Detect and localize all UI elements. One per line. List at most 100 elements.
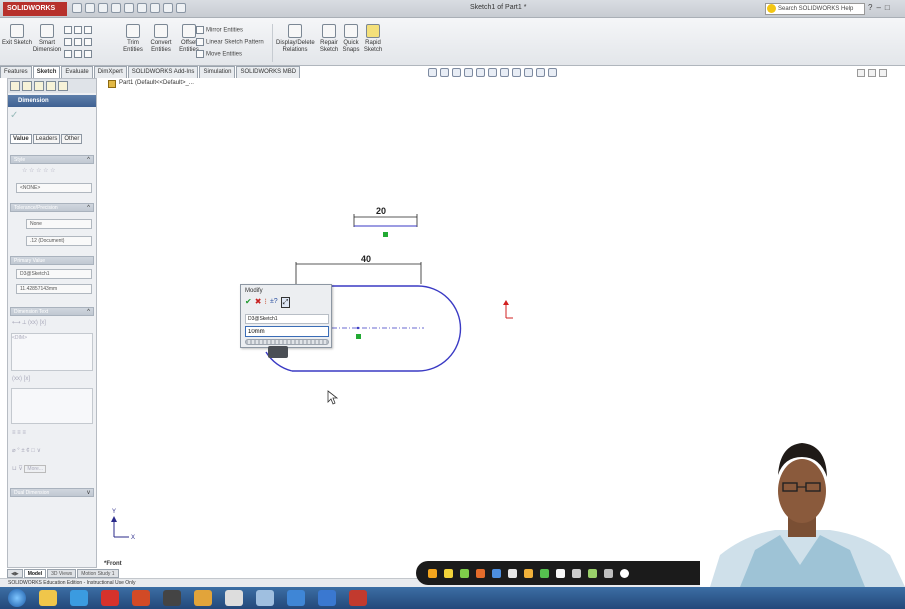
feature-manager-icon[interactable] (10, 81, 20, 91)
options-icon[interactable] (176, 3, 186, 13)
ok-check-icon[interactable]: ✓ (10, 110, 18, 121)
trim-entities-button[interactable]: Trim Entities (118, 24, 148, 62)
screen-icon[interactable] (604, 568, 613, 578)
desktop-icon[interactable] (256, 590, 274, 606)
view-orientation-icon[interactable] (488, 68, 497, 77)
display-delete-relations-button[interactable]: Display/Delete Relations (276, 24, 315, 62)
new-icon[interactable] (72, 3, 82, 13)
dimension-value-input[interactable] (245, 326, 329, 337)
apply-scene-icon[interactable] (536, 68, 545, 77)
slot-tool[interactable] (64, 50, 94, 58)
spray-icon[interactable] (588, 568, 597, 578)
style-select[interactable]: <NONE> (16, 183, 92, 193)
tab-nav-icon[interactable]: ◀▶ (7, 569, 23, 578)
pen-green-icon[interactable] (540, 568, 549, 578)
display-style-icon[interactable] (500, 68, 509, 77)
pointer-pen-icon[interactable] (428, 568, 437, 578)
tolerance-group[interactable]: Tolerance/Precision ^ (10, 203, 94, 212)
display-manager-icon[interactable] (58, 81, 68, 91)
save-icon[interactable] (98, 3, 108, 13)
tab-other[interactable]: Other (61, 134, 83, 144)
rebuild-icon[interactable]: ⁝ (264, 297, 267, 308)
thumbwheel-slider[interactable] (245, 339, 329, 345)
tab-features[interactable]: Features (0, 66, 32, 78)
convert-entities-button[interactable]: Convert Entities (146, 24, 176, 62)
webex-icon[interactable] (318, 590, 336, 606)
acrobat-icon[interactable] (101, 590, 119, 606)
help-icon[interactable]: ? (868, 3, 872, 12)
property-manager-icon[interactable] (22, 81, 32, 91)
tab-evaluate[interactable]: Evaluate (61, 66, 93, 78)
internet-explorer-icon[interactable] (70, 590, 88, 606)
precision-select[interactable]: .12 (Document) (26, 236, 92, 246)
dimension-name-field[interactable]: D3@Sketch1 (245, 314, 329, 324)
exit-sketch-button[interactable]: Exit Sketch (2, 24, 32, 62)
file-properties-icon[interactable] (163, 3, 173, 13)
tab-motion-study[interactable]: Motion Study 1 (77, 569, 119, 578)
dimxpert-manager-icon[interactable] (46, 81, 56, 91)
view-settings-icon[interactable] (548, 68, 557, 77)
tab-leaders[interactable]: Leaders (32, 134, 61, 144)
previous-view-icon[interactable] (452, 68, 461, 77)
tab-sketch[interactable]: Sketch (32, 66, 61, 78)
viewport-minimize-icon[interactable] (857, 69, 865, 77)
dimension-text-group[interactable]: Dimension Text ^ (10, 307, 94, 316)
app-icon[interactable] (287, 590, 305, 606)
help-search-input[interactable]: Search SOLIDWORKS Help (765, 3, 865, 15)
tab-model[interactable]: Model (23, 569, 47, 578)
configuration-manager-icon[interactable] (34, 81, 44, 91)
pen-yellow-icon[interactable] (524, 568, 533, 578)
file-explorer-icon[interactable] (39, 590, 57, 606)
chrome-icon[interactable] (194, 590, 212, 606)
more-button[interactable]: More... (24, 465, 46, 473)
pen-blue-icon[interactable] (492, 568, 501, 578)
tolerance-select[interactable]: None (26, 219, 92, 229)
tab-mbd[interactable]: SOLIDWORKS MBD (236, 66, 301, 78)
mark-for-drawing-icon[interactable]: ⤢ (280, 297, 291, 308)
cancel-x-icon[interactable]: ✖ (255, 297, 262, 308)
tab-dimxpert[interactable]: DimXpert (93, 66, 127, 78)
restore-icon[interactable]: □ (885, 3, 890, 12)
rectangle-tool[interactable] (64, 38, 94, 46)
viewport-restore-icon[interactable] (868, 69, 876, 77)
open-icon[interactable] (85, 3, 95, 13)
print-icon[interactable] (111, 3, 121, 13)
line-tool[interactable] (64, 26, 94, 34)
zoom-to-fit-icon[interactable] (428, 68, 437, 77)
laser-icon[interactable] (572, 568, 581, 578)
clear-icon[interactable] (620, 568, 629, 578)
media-player-icon[interactable] (163, 590, 181, 606)
accept-check-icon[interactable]: ✔ (245, 297, 252, 308)
dimension-text-box[interactable]: <DIM> (11, 333, 93, 371)
section-view-icon[interactable] (464, 68, 473, 77)
rebuild-icon[interactable] (150, 3, 160, 13)
tab-3d-views[interactable]: 3D Views (47, 569, 77, 578)
rapid-sketch-button[interactable]: Rapid Sketch (358, 24, 388, 62)
primary-name-field[interactable]: D3@Sketch1 (16, 269, 92, 279)
zoom-area-icon[interactable] (440, 68, 449, 77)
mirror-entities-button[interactable]: Mirror Entities (196, 26, 243, 34)
eraser-icon[interactable] (556, 568, 565, 578)
solidworks-taskbar-icon[interactable] (349, 590, 367, 606)
smart-dimension-button[interactable]: Smart Dimension (32, 24, 62, 62)
minimize-icon[interactable]: – (876, 3, 880, 12)
calculator-icon[interactable] (225, 590, 243, 606)
solidworks-logo[interactable]: SOLIDWORKS (3, 2, 67, 16)
tab-value[interactable]: Value (10, 134, 32, 144)
tab-addins[interactable]: SOLIDWORKS Add-Ins (127, 66, 199, 78)
select-icon[interactable] (137, 3, 147, 13)
edit-appearance-icon[interactable] (524, 68, 533, 77)
viewport-close-icon[interactable] (879, 69, 887, 77)
move-entities-button[interactable]: Move Entities (196, 50, 242, 58)
powerpoint-icon[interactable] (132, 590, 150, 606)
primary-value-group[interactable]: Primary Value (10, 256, 94, 265)
style-group[interactable]: Style ^ (10, 155, 94, 164)
dynamic-annotation-icon[interactable] (476, 68, 485, 77)
feature-tree-part[interactable]: Part1 (Default<<Default>_... (119, 80, 194, 86)
dual-dimension-group[interactable]: Dual Dimension v (10, 488, 94, 497)
hide-show-icon[interactable] (512, 68, 521, 77)
line-tool-icon[interactable] (508, 568, 517, 578)
primary-value-field[interactable]: 11.42857143mm (16, 284, 92, 294)
start-button-icon[interactable] (8, 589, 26, 607)
linear-pattern-button[interactable]: Linear Sketch Pattern (196, 38, 264, 46)
